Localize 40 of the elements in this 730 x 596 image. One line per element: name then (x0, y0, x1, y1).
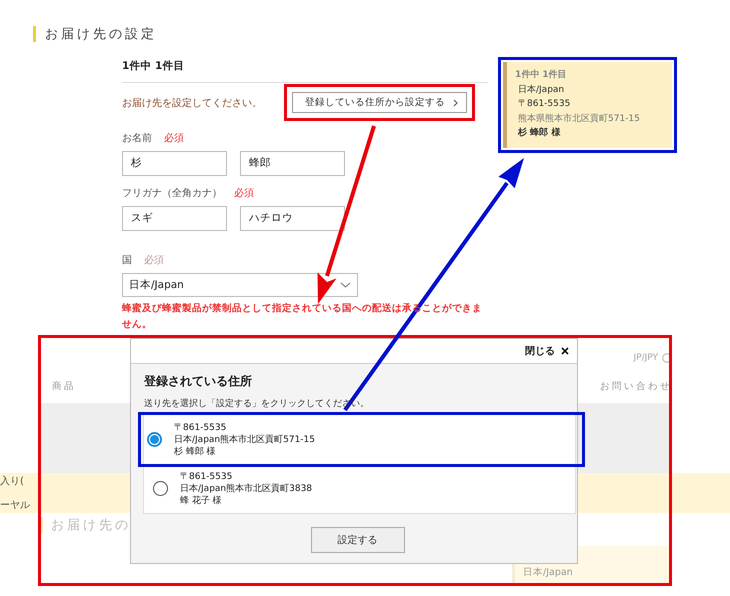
address-option[interactable]: 〒861-5535 日本/Japan熊本市北区貢町3838 蜂 花子 様 (144, 464, 575, 513)
address-text: 日本/Japan熊本市北区貢町3838 (180, 482, 312, 494)
field-label: お名前 (122, 132, 152, 145)
banner-text: 入り( (0, 474, 24, 488)
input-field[interactable]: スギ (122, 206, 227, 231)
address-option[interactable]: 〒861-5535 日本/Japan熊本市北区貢町571-15 杉 蜂郎 様 (141, 415, 582, 464)
chevron-down-icon (340, 282, 351, 288)
postal-code: 〒861-5535 (180, 470, 234, 482)
postal-code: 〒861-5535 (174, 422, 228, 434)
address-count: 1件中 1件目 (515, 68, 568, 82)
saved-address-button[interactable]: 登録している住所から設定する (292, 92, 467, 113)
recipient-name: 蜂 花子 様 (180, 494, 223, 506)
banner-text: ーヤル (0, 499, 30, 512)
address-text: 熊本県熊本市北区貢町571-15 (517, 112, 641, 126)
section-title: お届け先の (51, 517, 131, 534)
chevron-right-icon (453, 98, 458, 106)
set-button[interactable]: 設定する (310, 527, 404, 553)
field-label: フリガナ（全角カナ） (122, 187, 222, 200)
radio-button[interactable] (147, 432, 162, 447)
country-text: 日本/Japan (517, 84, 566, 96)
country-select[interactable]: 日本/Japan (122, 273, 358, 297)
input-field[interactable]: 杉 (122, 151, 227, 176)
input-field[interactable]: ハチロウ (240, 206, 345, 231)
recipient-name: 杉 蜂郎 様 (516, 126, 562, 140)
postal-code: 〒861-5535 (517, 98, 572, 111)
close-icon (561, 347, 569, 355)
prompt-text: お届け先を設定してください。 (122, 96, 262, 110)
required-label: 必須 (164, 132, 184, 145)
address-text: 日本/Japan熊本市北区貢町571-15 (174, 434, 316, 446)
input-field[interactable]: 蜂郎 (240, 151, 345, 176)
required-label: 必須 (234, 186, 254, 200)
dialog-title: 登録されている住所 (144, 373, 253, 390)
recipient-name: 杉 蜂郎 様 (174, 446, 217, 458)
address-count: 1件中 1件目 (122, 59, 488, 83)
radio-button[interactable] (153, 481, 168, 496)
section-title: お届け先の設定 (45, 26, 157, 43)
circle-icon (662, 353, 672, 363)
required-label: 必須 (144, 254, 164, 267)
field-label: 国 (122, 254, 132, 267)
close-button[interactable]: 閉じる (525, 344, 569, 358)
